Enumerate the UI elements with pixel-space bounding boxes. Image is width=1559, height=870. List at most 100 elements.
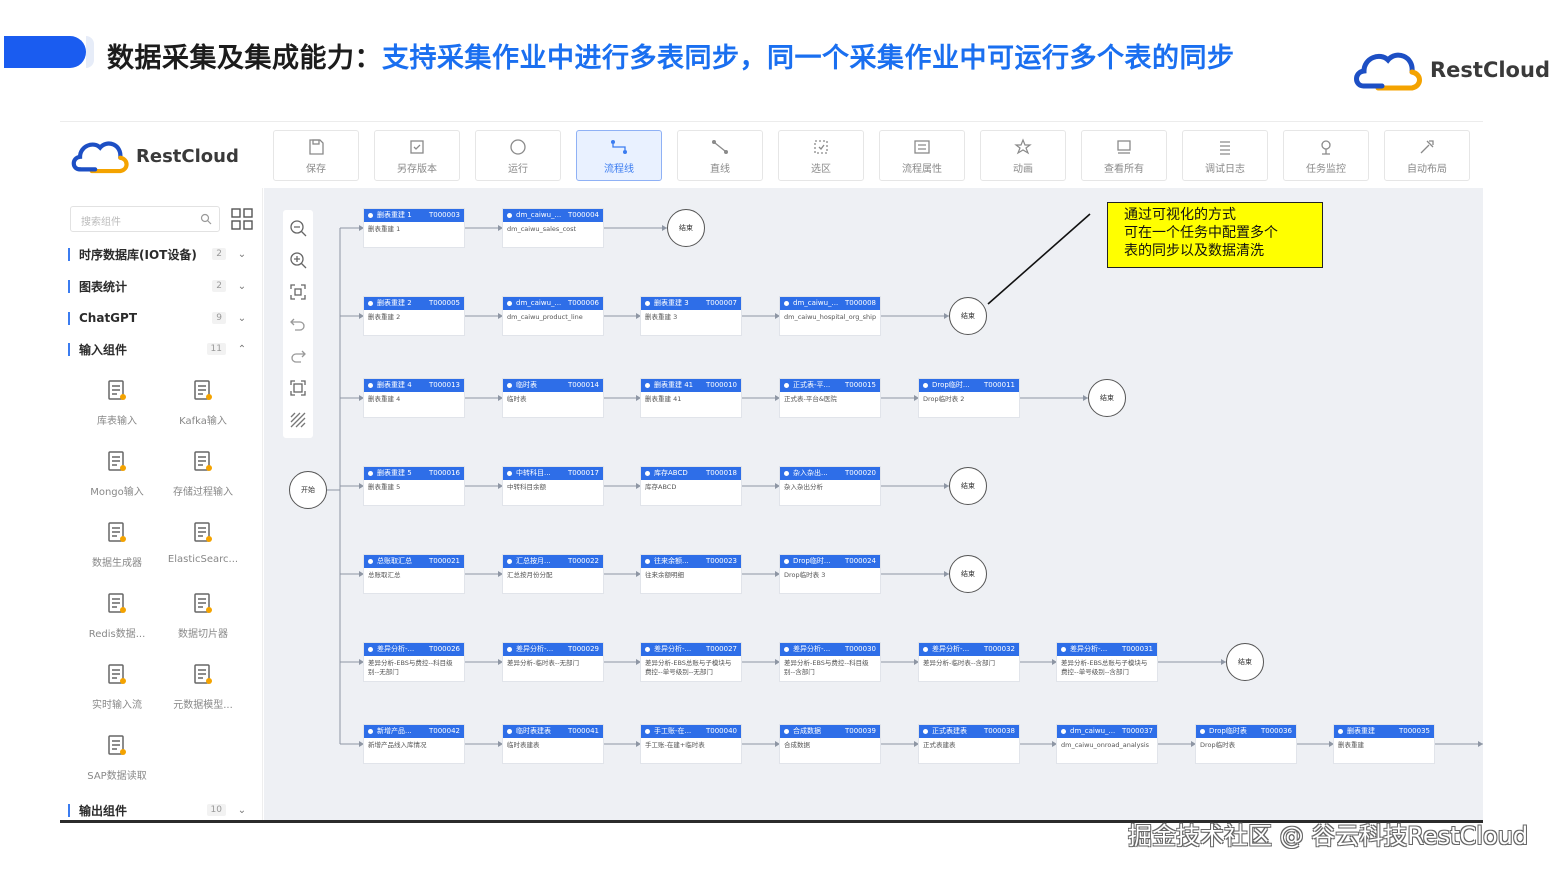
component-elasticsearch[interactable]: ElasticSearc...: [159, 520, 247, 565]
node-name: dm_caiwu_...: [516, 299, 562, 307]
search-input[interactable]: 搜索组件: [70, 206, 220, 232]
flow-node[interactable]: 差异分析-... T000026 差异分析-EBS与费控--科目级别--无部门: [364, 643, 464, 681]
redis-icon: [108, 593, 126, 613]
end-node[interactable]: 结束: [949, 297, 987, 335]
flow-node[interactable]: Drop临时... T000024 Drop临时表 3: [780, 555, 880, 593]
flow-node[interactable]: 库存ABCD T000018 库存ABCD: [641, 467, 741, 505]
component-sap[interactable]: SAP数据读取: [73, 733, 161, 782]
arrow-head: [1478, 741, 1483, 747]
toolbar-button-animation[interactable]: 动画: [980, 130, 1066, 181]
flow-node[interactable]: Drop临时... T000011 Drop临时表 2: [919, 379, 1019, 417]
toolbar-button-save[interactable]: 保存: [273, 130, 359, 181]
toolbar-button-run[interactable]: 运行: [475, 130, 561, 181]
flow-node[interactable]: 删表重建 5 T000016 删表重建 5: [364, 467, 464, 505]
flow-node[interactable]: 差异分析-... T000030 差异分析-EBS与费控--科目级别--含部门: [780, 643, 880, 681]
chevron-down-icon[interactable]: ⌄: [236, 805, 248, 816]
flow-node[interactable]: 差异分析-... T000027 差异分析-EBS总账与子模块与费控--单号级别--…: [641, 643, 741, 681]
flow-node[interactable]: dm_caiwu_... T000004 dm_caiwu_sales_cost: [503, 209, 603, 247]
flow-node[interactable]: dm_caiwu_... T000008 dm_caiwu_hospital_org…: [780, 297, 880, 335]
end-node[interactable]: 结束: [949, 555, 987, 593]
component-table-input[interactable]: 库表输入: [73, 378, 161, 427]
actual-size-icon[interactable]: [288, 378, 308, 398]
flow-node[interactable]: dm_caiwu_... T000037 dm_caiwu_onroad_analy…: [1057, 725, 1157, 763]
mongo-input-icon: [108, 451, 126, 471]
chevron-down-icon[interactable]: ⌄: [236, 249, 248, 260]
node-id: T000041: [568, 727, 599, 735]
node-description: dm_caiwu_onroad_analysis: [1061, 741, 1150, 749]
node-header: 汇总按月... T000022: [503, 555, 603, 568]
flow-node[interactable]: 临时表 T000014 临时表: [503, 379, 603, 417]
flow-node[interactable]: 杂入杂出... T000020 杂入杂出分析: [780, 467, 880, 505]
flow-node[interactable]: 删表重建 41 T000010 删表重建 41: [641, 379, 741, 417]
toolbar-button-flow-properties[interactable]: 流程属性: [879, 130, 965, 181]
end-node[interactable]: 结束: [1088, 379, 1126, 417]
toolbar-button-straight-line[interactable]: 直线: [677, 130, 763, 181]
toolbar-button-label: 直线: [710, 163, 730, 175]
toolbar-button-save-version[interactable]: 另存版本: [374, 130, 460, 181]
component-data-slicer[interactable]: 数据切片器: [159, 591, 247, 640]
chevron-down-icon[interactable]: ⌄: [236, 281, 248, 292]
toolbar-button-debug-log[interactable]: 调试日志: [1182, 130, 1268, 181]
chevron-down-icon[interactable]: ⌄: [236, 313, 248, 324]
flow-node[interactable]: dm_caiwu_... T000006 dm_caiwu_product_line: [503, 297, 603, 335]
component-realtime-stream[interactable]: 实时输入流: [73, 662, 161, 711]
chevron-up-icon[interactable]: ⌃: [236, 344, 248, 355]
flow-node[interactable]: 手工账-在... T000040 手工账-在建+临时表: [641, 725, 741, 763]
flow-node[interactable]: 删表重建 1 T000003 删表重建 1: [364, 209, 464, 247]
restcloud-logo-icon: [71, 141, 129, 174]
category-marker: [68, 279, 70, 293]
flow-canvas[interactable]: 开始 删表重建 1 T000003 删表重建 1 dm_caiwu_... T000004…: [264, 188, 1483, 823]
node-name: 杂入杂出...: [793, 469, 828, 477]
sidebar-category[interactable]: ChatGPT 9 ⌄: [68, 307, 248, 329]
grid-toggle-icon[interactable]: [288, 410, 308, 430]
flow-node[interactable]: 新增产品... T000042 新增产品线入库情况: [364, 725, 464, 763]
fit-view-icon[interactable]: [288, 282, 308, 302]
flow-node[interactable]: 正式表-平... T000015 正式表-平台&医院: [780, 379, 880, 417]
flow-node[interactable]: 合成数据 T000039 合成数据: [780, 725, 880, 763]
zoom-in-icon[interactable]: [288, 250, 308, 270]
start-node[interactable]: 开始: [289, 471, 327, 509]
toolbar-button-task-monitor[interactable]: 任务监控: [1283, 130, 1369, 181]
toolbar-button-select-area[interactable]: 选区: [778, 130, 864, 181]
sidebar-category[interactable]: 时序数据库(IOT设备) 2 ⌄: [68, 243, 248, 265]
flow-node[interactable]: 删表重建 T000035 删表重建: [1334, 725, 1434, 763]
flow-node[interactable]: 汇总按月... T000022 汇总按月份分配: [503, 555, 603, 593]
component-redis[interactable]: Redis数据...: [73, 591, 161, 640]
end-node[interactable]: 结束: [949, 467, 987, 505]
flow-node[interactable]: 正式表建表 T000038 正式表建表: [919, 725, 1019, 763]
flow-node[interactable]: 临时表建表 T000041 临时表建表: [503, 725, 603, 763]
end-node[interactable]: 结束: [1226, 643, 1264, 681]
component-mongo-input[interactable]: Mongo输入: [73, 449, 161, 498]
flow-node[interactable]: 差异分析-... T000029 差异分析-临时表--无部门: [503, 643, 603, 681]
category-output-components[interactable]: 输出组件 10 ⌄: [68, 799, 248, 821]
flow-node[interactable]: 删表重建 4 T000013 删表重建 4: [364, 379, 464, 417]
flow-node[interactable]: 总账取汇总 T000021 总账取汇总: [364, 555, 464, 593]
node-id: T000017: [568, 469, 599, 477]
flow-node[interactable]: 差异分析-... T000032 差异分析-临时表--含部门: [919, 643, 1019, 681]
component-kafka-input[interactable]: Kafka输入: [159, 378, 247, 427]
toolbar-button-auto-layout[interactable]: 自动布局: [1384, 130, 1470, 181]
zoom-out-icon[interactable]: [288, 218, 308, 238]
toolbar-button-label: 选区: [811, 163, 831, 175]
flow-node[interactable]: 中转科目... T000017 中转科目余额: [503, 467, 603, 505]
grid-view-icon[interactable]: [231, 208, 253, 230]
flow-node[interactable]: Drop临时表 T000036 Drop临时表: [1196, 725, 1296, 763]
toolbar-button-flow-line[interactable]: 流程线: [576, 130, 662, 181]
component-metadata-model[interactable]: 元数据模型...: [159, 662, 247, 711]
toolbar-button-view-all[interactable]: 查看所有: [1081, 130, 1167, 181]
flow-node[interactable]: 删表重建 3 T000007 删表重建 3: [641, 297, 741, 335]
flow-node[interactable]: 差异分析-... T000031 差异分析-EBS总账与子模块与费控--单号级别--…: [1057, 643, 1157, 681]
undo-icon[interactable]: [288, 314, 308, 334]
slide: 数据采集及集成能力：支持采集作业中进行多表同步，同一个采集作业中可运行多个表的同…: [0, 0, 1559, 870]
component-stored-procedure[interactable]: 存储过程输入: [159, 449, 247, 498]
node-description: 杂入杂出分析: [784, 483, 823, 491]
end-node[interactable]: 结束: [667, 209, 705, 247]
sidebar-category[interactable]: 输入组件 11 ⌃: [68, 338, 248, 360]
sidebar-category[interactable]: 图表统计 2 ⌄: [68, 275, 248, 297]
flow-node[interactable]: 往来余额... T000023 往来余额明细: [641, 555, 741, 593]
flow-node[interactable]: 删表重建 2 T000005 删表重建 2: [364, 297, 464, 335]
node-name: 删表重建 5: [377, 469, 412, 477]
component-data-generator[interactable]: 数据生成器: [73, 520, 161, 569]
redo-icon[interactable]: [288, 346, 308, 366]
node-name: 差异分析-...: [793, 645, 831, 653]
